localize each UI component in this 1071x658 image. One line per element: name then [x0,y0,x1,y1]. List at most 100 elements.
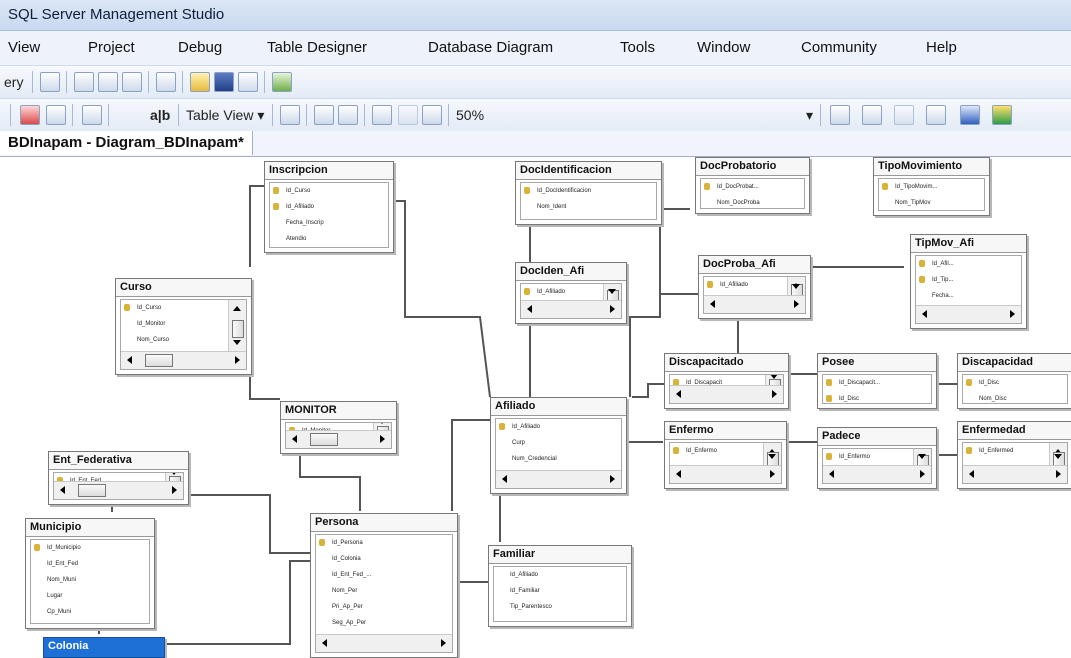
column-row[interactable]: Id_Monitor [121,316,228,332]
menu-community[interactable]: Community [801,39,877,56]
table-title[interactable]: Afiliado [491,398,626,416]
scroll-left-icon[interactable] [676,390,681,398]
scroll-right-icon[interactable] [235,356,240,364]
column-row[interactable]: Atendio [270,231,388,247]
table-title[interactable]: DocIdentificacion [516,162,661,180]
manage-fulltext-icon[interactable] [894,105,914,125]
column-row[interactable]: Num_Credencial [496,451,621,467]
scroll-left-icon[interactable] [922,310,927,318]
table-tipmov-afi[interactable]: TipMov_AfiId_Afil...Id_Tip...Fecha...Ate… [910,234,1027,329]
menu-tools[interactable]: Tools [620,39,655,56]
column-row[interactable]: Curp [496,435,621,451]
new-file-icon[interactable] [156,72,176,92]
horizontal-scrollbar[interactable] [963,465,1067,483]
scroll-left-icon[interactable] [502,475,507,483]
table-docprobatorio[interactable]: DocProbatorio Id_DocProbat... Nom_DocProba [695,157,810,214]
column-row[interactable]: Id_Persona [316,535,452,551]
column-row[interactable]: Id_Colonia [316,551,452,567]
autosize-tables-icon[interactable] [422,105,442,125]
table-view-dropdown[interactable]: Table View ▾ [186,107,264,124]
scroll-left-icon[interactable] [292,435,297,443]
table-title[interactable]: Enfermo [665,422,786,440]
table-title[interactable]: Discapacidad [958,354,1071,372]
scroll-right-icon[interactable] [610,475,615,483]
column-row[interactable]: Fecha... [916,288,1021,304]
scroll-right-icon[interactable] [770,470,775,478]
vertical-scrollbar[interactable] [763,443,781,470]
table-curso[interactable]: Curso Id_Curso Id_Monitor Nom_Curso [115,278,252,375]
column-row[interactable]: Id_Disc [963,375,1067,391]
table-monitor[interactable]: MONITOR Id_Monitor [280,401,397,454]
table-padece[interactable]: Padece Id_Enfermo [817,427,937,489]
table-docproba-afi[interactable]: DocProba_Afi Id_Afiliado [698,255,811,319]
table-title[interactable]: DocProbatorio [696,158,809,176]
new-text-annotation-button[interactable]: a|b [150,107,170,123]
column-row[interactable]: Id_Discapacit... [823,375,931,391]
table-ent-federativa[interactable]: Ent_Federativa Id_Ent_Fed [48,451,189,505]
table-afiliado[interactable]: AfiliadoId_AfiliadoCurpNum_CredencialEdo… [490,397,627,494]
table-inscripcion[interactable]: Inscripcion Id_Curso Id_Afiliado Fecha_Insc… [264,161,394,253]
vertical-scrollbar[interactable] [1049,443,1067,470]
table-enfermo[interactable]: Enfermo Id_Enfermo [664,421,787,489]
scroll-left-icon[interactable] [527,305,532,313]
table-title[interactable]: Discapacitado [665,354,788,372]
column-row[interactable]: Id_Familiar [494,583,626,599]
view-page-breaks-icon[interactable] [314,105,334,125]
scroll-thumb[interactable] [232,320,244,339]
column-row[interactable]: Id_Afiliado [704,277,787,293]
column-row[interactable]: Id_Municipio [31,540,149,556]
horizontal-scrollbar[interactable] [121,351,246,369]
table-title[interactable]: Curso [116,279,251,297]
menu-view[interactable]: View [8,39,40,56]
table-docidentificacion[interactable]: DocIdentificacion Id_DocIdentificacion Nom… [515,161,662,225]
column-row[interactable]: Id_Afiliado [494,567,626,583]
horizontal-scrollbar[interactable] [54,481,183,499]
menu-project[interactable]: Project [88,39,135,56]
vertical-scrollbar[interactable] [228,300,246,351]
column-row[interactable]: Id_Enfermo [823,449,913,465]
scroll-down-icon[interactable] [792,284,800,289]
zoom-dropdown-arrow[interactable]: ▾ [806,107,813,124]
column-row[interactable]: Id_TipoMovim... [879,179,984,195]
tab-diagram[interactable]: BDInapam - Diagram_BDInapam* [0,131,253,155]
manage-indexes-icon[interactable] [862,105,882,125]
xmla-query-icon[interactable] [122,72,142,92]
horizontal-scrollbar[interactable] [316,634,452,652]
show-relationship-labels-icon[interactable] [280,105,300,125]
horizontal-scrollbar[interactable] [704,295,805,313]
table-title[interactable]: Enfermedad [958,422,1071,440]
column-row[interactable]: Id_Afiliado [521,284,603,300]
column-row[interactable]: Tip_Parentesco [494,599,626,615]
column-row[interactable]: Seg_Ap_Per [316,615,452,631]
table-familiar[interactable]: Familiar Id_Afiliado Id_Familiar Tip_Parent… [488,545,632,627]
scroll-right-icon[interactable] [380,435,385,443]
column-row[interactable]: Nom_Per [316,583,452,599]
scroll-down-icon[interactable] [170,473,178,475]
open-folder-icon[interactable] [190,72,210,92]
scroll-left-icon[interactable] [710,300,715,308]
horizontal-scrollbar[interactable] [521,300,621,318]
column-row[interactable]: Id_Afiliado [496,419,621,435]
scroll-left-icon[interactable] [322,639,327,647]
column-row[interactable]: Fecha_Inscrip [270,215,388,231]
table-title[interactable]: Ent_Federativa [49,452,188,470]
table-title[interactable]: DocIden_Afi [516,263,626,281]
scroll-up-icon[interactable] [233,306,241,311]
table-tipomovimiento[interactable]: TipoMovimiento Id_TipoMovim... Nom_TipMov [873,157,990,216]
table-title[interactable]: Inscripcion [265,162,393,180]
generate-script-icon[interactable] [82,105,102,125]
menu-table-designer[interactable]: Table Designer [267,39,367,56]
scroll-thumb[interactable] [145,354,173,367]
table-posee[interactable]: Posee Id_Discapacit... Id_Disc [817,353,937,409]
new-query-icon[interactable] [40,72,60,92]
toolbar-overflow-icon[interactable] [294,72,302,90]
table-persona[interactable]: Persona Id_Persona Id_Colonia Id_Ent_Fed_..… [310,513,458,658]
column-row[interactable]: Id_Enfermo [670,443,763,459]
recalculate-page-breaks-icon[interactable] [338,105,358,125]
scroll-right-icon[interactable] [172,486,177,494]
database-engine-query-icon[interactable] [74,72,94,92]
analysis-query-icon[interactable] [98,72,118,92]
column-row[interactable]: Id_DocIdentificacion [521,183,656,199]
table-discapacidad[interactable]: Discapacidad Id_Disc Nom_Disc [957,353,1071,409]
column-row[interactable]: Id_DocProbat... [701,179,804,195]
